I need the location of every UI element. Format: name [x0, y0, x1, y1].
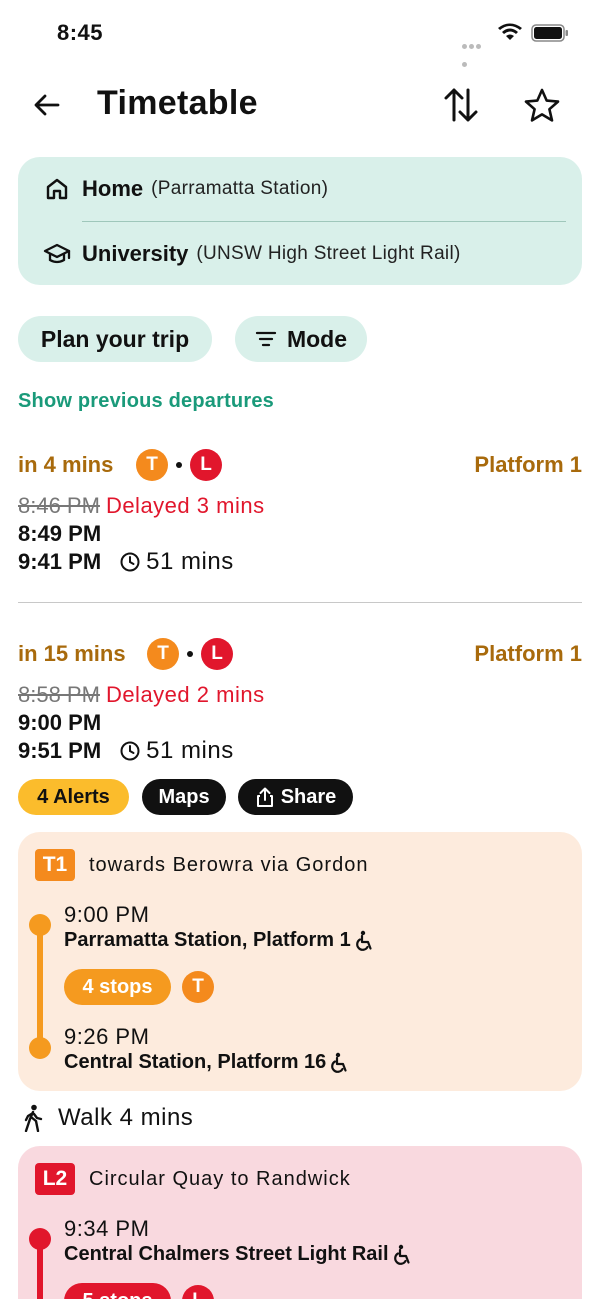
- arrival-line: 9:51 PM 51 mins: [18, 737, 234, 765]
- line-badge: L2: [35, 1163, 75, 1195]
- mode-badges: T L: [136, 449, 222, 481]
- origin-name: Home: [82, 176, 144, 201]
- arrival-line: 9:41 PM 51 mins: [18, 548, 234, 576]
- train-mode-badge: T: [147, 638, 179, 670]
- leg-direction: Circular Quay to Randwick: [89, 1168, 351, 1190]
- wheelchair-icon: [331, 1052, 347, 1073]
- destination-detail: (UNSW High Street Light Rail): [196, 243, 461, 264]
- stop-name-label: Central Station, Platform 16: [64, 1051, 327, 1073]
- home-icon: [42, 174, 72, 204]
- line-badge: T1: [35, 849, 75, 881]
- lightrail-mode-badge: L: [182, 1285, 214, 1299]
- trip-destination: University (UNSW High Street Light Rail): [42, 234, 461, 274]
- filter-icon: [255, 331, 277, 347]
- mode-separator: [176, 462, 182, 468]
- train-mode-badge: T: [182, 971, 214, 1003]
- origin-detail: (Parramatta Station): [151, 178, 329, 199]
- wheelchair-icon: [355, 930, 372, 951]
- departure-divider: [18, 602, 582, 603]
- share-icon: [256, 787, 273, 807]
- maps-button[interactable]: Maps: [142, 779, 226, 815]
- wifi-icon: [497, 22, 523, 47]
- share-button[interactable]: Share: [238, 779, 353, 815]
- arrival-time: 9:41 PM: [18, 549, 102, 574]
- show-previous-departures-link[interactable]: Show previous departures: [18, 390, 274, 413]
- departure-countdown: in 15 mins: [18, 641, 126, 666]
- stop-time: 9:26 PM: [64, 1024, 150, 1049]
- stop-dot: [29, 1228, 51, 1250]
- walk-label: Walk 4 mins: [58, 1104, 194, 1131]
- departure-time: 8:49 PM: [18, 521, 102, 546]
- scheduled-time: 8:58 PM: [18, 682, 100, 707]
- arrow-left-icon: [34, 94, 60, 116]
- stops-count-button[interactable]: 5 stops: [64, 1283, 171, 1299]
- scheduled-time: 8:46 PM: [18, 493, 100, 518]
- stop-time: 9:34 PM: [64, 1216, 150, 1241]
- mode-separator: [187, 651, 193, 657]
- lightrail-mode-badge: L: [190, 449, 222, 481]
- lightrail-mode-badge: L: [201, 638, 233, 670]
- status-bar: 8:45: [0, 0, 600, 67]
- clock-icon: [120, 552, 140, 572]
- back-button[interactable]: [30, 88, 64, 122]
- delay-status: Delayed 2 mins: [105, 682, 265, 707]
- walk-segment: Walk 4 mins: [22, 1100, 193, 1136]
- train-mode-badge: T: [136, 449, 168, 481]
- page-title: Timetable: [97, 84, 258, 122]
- graduation-cap-icon: [42, 239, 72, 269]
- clock-icon: [120, 741, 140, 761]
- signal-dots-icon: [462, 36, 488, 67]
- arrival-time: 9:51 PM: [18, 738, 102, 763]
- delay-status: Delayed 3 mins: [105, 493, 265, 518]
- trip-duration: 51 mins: [146, 737, 234, 764]
- trip-origin: Home (Parramatta Station): [42, 169, 328, 209]
- status-time: 8:45: [57, 20, 104, 45]
- stop-dot: [29, 1037, 51, 1059]
- trip-leg-l2[interactable]: L2 Circular Quay to Randwick 9:34 PM Cen…: [18, 1146, 582, 1299]
- star-icon: [524, 88, 560, 122]
- mode-badges: T L: [147, 638, 233, 670]
- route-line: [37, 924, 43, 1048]
- departure-item[interactable]: in 15 mins T L Platform 1 8:58 PM Delayed…: [18, 638, 582, 764]
- leg-direction: towards Berowra via Gordon: [89, 854, 369, 876]
- stop-name: Central Station, Platform 16: [64, 1051, 350, 1074]
- trip-card[interactable]: Home (Parramatta Station) University (UN…: [18, 157, 582, 285]
- favourite-button[interactable]: [522, 86, 562, 126]
- share-label: Share: [280, 785, 337, 808]
- platform-label: Platform 1: [474, 452, 582, 477]
- stop-name-label: Parramatta Station, Platform 1: [64, 929, 351, 951]
- departure-item[interactable]: in 4 mins T L Platform 1 8:46 PM Delayed …: [18, 449, 582, 575]
- mode-label: Mode: [286, 325, 348, 352]
- stop-dot: [29, 914, 51, 936]
- stop-time: 9:00 PM: [64, 902, 150, 927]
- stop-name: Parramatta Station, Platform 1: [64, 929, 375, 952]
- stop-name-label: Central Chalmers Street Light Rail: [64, 1243, 389, 1265]
- trip-leg-t1[interactable]: T1 towards Berowra via Gordon 9:00 PM Pa…: [18, 832, 582, 1091]
- alerts-button[interactable]: 4 Alerts: [18, 779, 129, 815]
- swap-arrows-icon: [444, 88, 478, 122]
- plan-trip-button[interactable]: Plan your trip: [18, 316, 212, 362]
- schedule-line: 8:58 PM Delayed 2 mins: [18, 682, 265, 708]
- trip-duration: 51 mins: [146, 548, 234, 575]
- walking-person-icon: [24, 1104, 43, 1132]
- departure-countdown: in 4 mins: [18, 452, 114, 477]
- departure-time: 9:00 PM: [18, 710, 102, 735]
- wheelchair-icon: [393, 1244, 410, 1265]
- mode-filter-button[interactable]: Mode: [235, 316, 367, 362]
- platform-label: Platform 1: [474, 641, 582, 666]
- swap-direction-button[interactable]: [442, 84, 480, 126]
- battery-icon: [531, 24, 569, 47]
- destination-name: University: [82, 241, 189, 266]
- app-header: Timetable: [0, 78, 600, 134]
- stop-name: Central Chalmers Street Light Rail: [64, 1243, 413, 1266]
- trip-divider: [82, 221, 566, 222]
- stops-count-button[interactable]: 4 stops: [64, 969, 171, 1005]
- schedule-line: 8:46 PM Delayed 3 mins: [18, 493, 265, 519]
